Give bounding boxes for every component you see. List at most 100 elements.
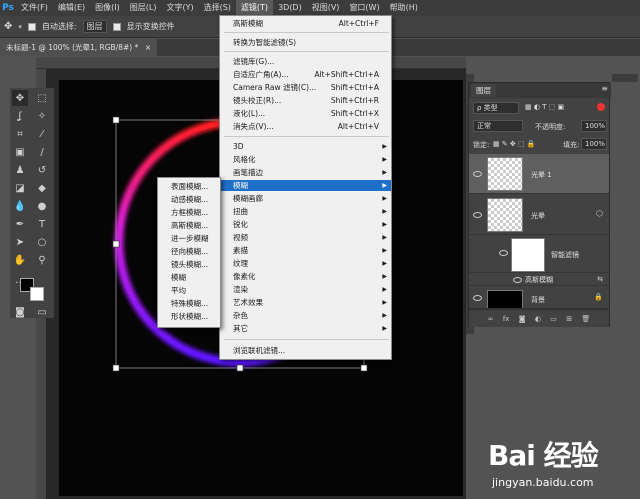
menu-3d[interactable]: 3D(D) [273,0,307,16]
menu-item-stylize[interactable]: 风格化 ▶ [220,154,391,165]
menu-item-pixelate[interactable]: 像素化 ▶ [220,271,391,282]
menu-item-video[interactable]: 视频 ▶ [220,232,391,243]
visibility-eye-icon[interactable] [473,212,482,218]
menu-item-3d[interactable]: 3D ▶ [220,141,391,152]
screen-mode-icon[interactable]: ▭ [34,304,50,320]
menu-item-noise[interactable]: 杂色 ▶ [220,310,391,321]
brush-tool-icon[interactable]: / [34,144,50,160]
filter-name[interactable]: 高斯模糊 [525,275,553,285]
zoom-tool-icon[interactable]: ⚲ [34,252,50,268]
menu-item-lens-correction[interactable]: 镜头校正(R)... Shift+Ctrl+R [220,95,391,106]
quick-mask-icon[interactable]: ◙ [12,304,28,320]
lock-icons[interactable]: ▦ ✎ ✥ ⬚ 🔒 [493,140,536,148]
document-tab[interactable]: 未标题-1 @ 100% (光晕1, RGB/8#) * × [0,39,158,56]
menu-item-render[interactable]: 渲染 ▶ [220,284,391,295]
show-transform-checkbox[interactable] [112,22,121,31]
tool-preset-chevron-icon[interactable]: ▾ [18,23,22,31]
fill-input[interactable]: 100% [581,138,607,150]
path-select-icon[interactable]: ➤ [12,234,28,250]
crop-tool-icon[interactable]: ⌗ [12,126,28,142]
menu-item-blur[interactable]: 模糊 ▶ [220,180,391,191]
folder-icon[interactable]: ▭ [550,315,557,323]
mask-icon[interactable]: ◙ [519,315,526,323]
blur-item-surface[interactable]: 表面模糊... [158,180,220,193]
menu-item-artistic[interactable]: 艺术效果 ▶ [220,297,391,308]
menu-item-browse-online[interactable]: 浏览联机滤镜... [220,345,391,356]
layer-name[interactable]: 光晕 1 [531,170,552,180]
menu-image[interactable]: 图像(I) [90,0,125,16]
transform-handle[interactable] [236,364,244,372]
menu-edit[interactable]: 编辑(E) [53,0,90,16]
menu-item-camera-raw[interactable]: Camera Raw 滤镜(C)... Shift+Ctrl+A [220,82,391,93]
move-tool-icon[interactable]: ✥ [12,90,28,106]
filter-icons[interactable]: ▦ ◐ T ⬚ ▣ [525,103,564,111]
layers-tab[interactable]: 图层 [471,84,496,97]
history-brush-icon[interactable]: ↺ [34,162,50,178]
blur-item-radial[interactable]: 径向模糊... [158,245,220,258]
adjustment-icon[interactable]: ◐ [535,315,541,323]
dodge-tool-icon[interactable]: ● [34,198,50,214]
move-tool-icon[interactable]: ✥ [4,21,12,32]
blur-item-box[interactable]: 方框模糊... [158,206,220,219]
fx-icon[interactable]: fx [503,315,510,323]
menu-item-other[interactable]: 其它 ▶ [220,323,391,334]
menu-item-adaptive-wide-angle[interactable]: 自适应广角(A)... Alt+Shift+Ctrl+A [220,69,391,80]
menu-item-vanishing-point[interactable]: 消失点(V)... Alt+Ctrl+V [220,121,391,132]
menu-item-filter-gallery[interactable]: 滤镜库(G)... [220,56,391,67]
healing-brush-icon[interactable]: ▣ [12,144,28,160]
menu-item-convert-smart-filter[interactable]: 转换为智能滤镜(S) [220,37,391,48]
menu-layer[interactable]: 图层(L) [125,0,162,16]
transform-handle[interactable] [360,364,368,372]
new-layer-icon[interactable]: ⊞ [566,315,572,323]
blur-item-average[interactable]: 平均 [158,284,220,297]
shape-tool-icon[interactable]: ○ [34,234,50,250]
blur-item-gaussian[interactable]: 高斯模糊... [158,219,220,232]
auto-select-dropdown[interactable]: 图层 [82,20,107,33]
menu-item-distort[interactable]: 扭曲 ▶ [220,206,391,217]
layer-row[interactable]: 光晕 1 [469,154,609,194]
layer-name[interactable]: 光晕 [531,211,545,221]
visibility-eye-icon[interactable] [473,171,482,177]
menu-type[interactable]: 文字(Y) [161,0,198,16]
eraser-icon[interactable]: ◪ [12,180,28,196]
menu-window[interactable]: 窗口(W) [344,0,384,16]
smart-filter-label[interactable]: 智能滤镜 [551,250,579,260]
menu-item-sharpen[interactable]: 锐化 ▶ [220,219,391,230]
panel-menu-icon[interactable]: ≡ [601,84,608,93]
menu-filter[interactable]: 滤镜(T) [235,0,274,16]
filter-row[interactable]: 高斯模糊 ⇆ [469,274,609,286]
transform-handle[interactable] [112,240,120,248]
blur-tool-icon[interactable]: 💧 [12,198,28,214]
eyedropper-icon[interactable]: ⁄ [34,126,50,142]
paint-bucket-icon[interactable]: ◆ [34,180,50,196]
transform-handle[interactable] [112,364,120,372]
menu-help[interactable]: 帮助(H) [385,0,423,16]
menu-view[interactable]: 视图(V) [307,0,345,16]
opacity-input[interactable]: 100% [581,120,607,132]
auto-select-checkbox[interactable] [27,22,36,31]
visibility-eye-icon[interactable] [473,295,482,301]
visibility-eye-icon[interactable] [499,250,508,256]
stamp-tool-icon[interactable]: ♟ [12,162,28,178]
link-icon[interactable]: ∞ [488,315,494,323]
trash-icon[interactable]: 🗑 [581,315,590,323]
menu-item-liquify[interactable]: 液化(L)... Shift+Ctrl+X [220,108,391,119]
layer-row[interactable]: 光晕 ⬡ [469,195,609,235]
layer-row[interactable]: 背景 🔒 [469,287,609,309]
pen-tool-icon[interactable]: ✒ [12,216,28,232]
filter-toggle-icon[interactable] [597,103,605,111]
layer-kind-filter[interactable]: ρ 类型 [473,102,519,114]
menu-item-brush-strokes[interactable]: 画笔描边 ▶ [220,167,391,178]
blur-item-blur-more[interactable]: 进一步模糊 [158,232,220,245]
lasso-tool-icon[interactable]: ʆ [12,108,28,124]
close-tab-icon[interactable]: × [145,43,151,52]
blur-item-blur[interactable]: 模糊 [158,271,220,284]
layer-name[interactable]: 背景 [531,295,545,305]
smart-filter-row[interactable]: 智能滤镜 [469,236,609,273]
hand-tool-icon[interactable]: ✋ [12,252,28,268]
blur-item-shape[interactable]: 形状模糊... [158,310,220,323]
menu-item-last-filter[interactable]: 高斯模糊 Alt+Ctrl+F [220,18,391,29]
menu-item-texture[interactable]: 纹理 ▶ [220,258,391,269]
blend-mode-dropdown[interactable]: 正常 [473,120,523,132]
blur-item-smart[interactable]: 特殊模糊... [158,297,220,310]
